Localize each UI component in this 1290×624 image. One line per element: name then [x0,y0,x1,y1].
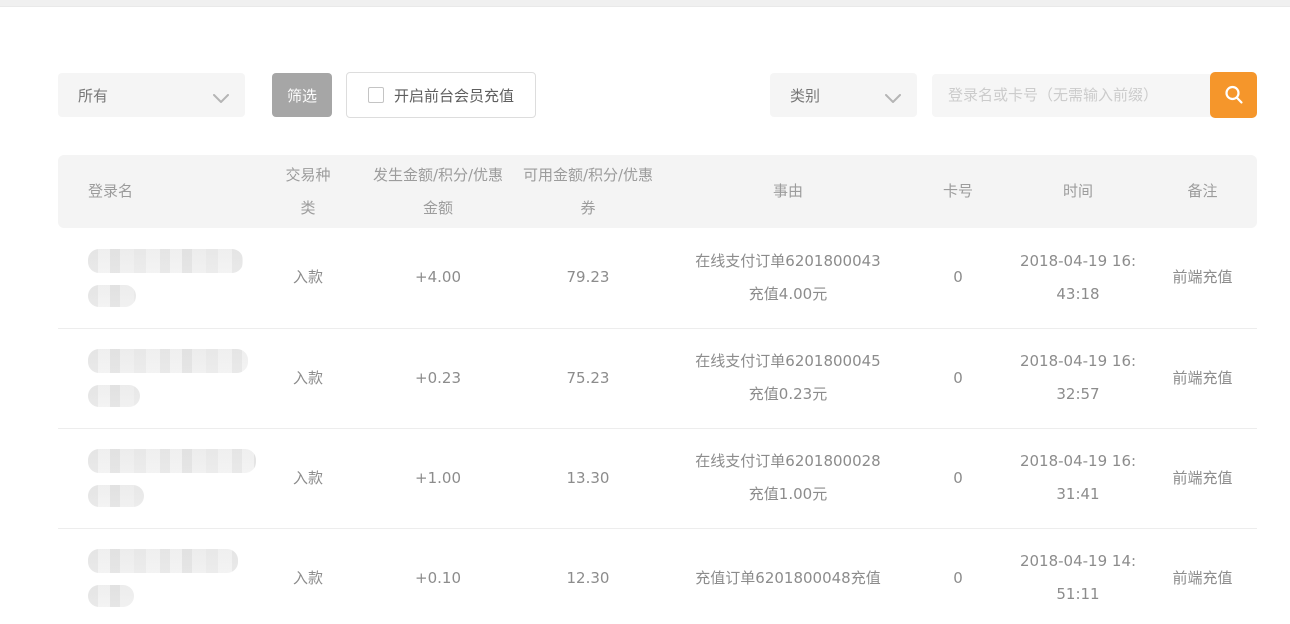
column-header-login: 登录名 [58,155,248,228]
card-number-cell: 0 [908,228,1008,328]
table-header: 登录名 交易种类 发生金额/积分/优惠金额 可用金额/积分/优惠券 事由 卡号 … [58,155,1257,228]
page-content: 所有 筛选 开启前台会员充值 类别 [0,72,1290,624]
masked-login-line2 [88,385,140,407]
note-cell: 前端充值 [1148,528,1257,624]
column-header-reason: 事由 [668,155,908,228]
masked-login-line2 [88,585,134,607]
login-cell [58,428,248,528]
search-input[interactable] [932,74,1213,117]
table-row: 入款 +4.00 79.23 在线支付订单6201800043充值4.00元 0… [58,228,1257,328]
time-cell: 2018-04-19 16:31:41 [1008,428,1148,528]
reason-cell: 充值订单6201800048充值 [668,528,908,624]
table-body: 入款 +4.00 79.23 在线支付订单6201800043充值4.00元 0… [58,228,1257,624]
column-header-note: 备注 [1148,155,1257,228]
time-cell: 2018-04-19 14:51:11 [1008,528,1148,624]
transaction-type-cell: 入款 [248,228,368,328]
table-row: 入款 +1.00 13.30 在线支付订单6201800028充值1.00元 0… [58,428,1257,528]
login-cell [58,328,248,428]
masked-login-line1 [88,349,248,373]
front-recharge-checkbox-label: 开启前台会员充值 [394,85,514,106]
card-number-cell: 0 [908,528,1008,624]
column-header-time: 时间 [1008,155,1148,228]
front-recharge-checkbox[interactable] [368,87,384,103]
table-header-row: 登录名 交易种类 发生金额/积分/优惠金额 可用金额/积分/优惠券 事由 卡号 … [58,155,1257,228]
card-number-cell: 0 [908,428,1008,528]
masked-login-line1 [88,549,238,573]
masked-login-line1 [88,249,243,273]
amount-cell: +1.00 [368,428,508,528]
transaction-type-select[interactable]: 所有 [58,73,245,117]
amount-cell: +0.23 [368,328,508,428]
amount-cell: +0.10 [368,528,508,624]
note-cell: 前端充值 [1148,328,1257,428]
note-cell: 前端充值 [1148,428,1257,528]
chevron-down-icon [213,90,229,100]
card-number-cell: 0 [908,328,1008,428]
masked-login-line2 [88,485,144,507]
reason-cell: 在线支付订单6201800028充值1.00元 [668,428,908,528]
records-table: 登录名 交易种类 发生金额/积分/优惠金额 可用金额/积分/优惠券 事由 卡号 … [58,155,1257,624]
reason-cell: 在线支付订单6201800043充值4.00元 [668,228,908,328]
available-cell: 12.30 [508,528,668,624]
search-group [932,72,1257,118]
column-header-amount: 发生金额/积分/优惠金额 [368,155,508,228]
time-cell: 2018-04-19 16:32:57 [1008,328,1148,428]
column-header-transaction-type: 交易种类 [248,155,368,228]
transaction-type-cell: 入款 [248,428,368,528]
category-select-value: 类别 [790,85,820,106]
magnifier-icon [1222,83,1246,107]
masked-login-line2 [88,285,136,307]
available-cell: 13.30 [508,428,668,528]
column-header-available: 可用金额/积分/优惠券 [508,155,668,228]
category-select[interactable]: 类别 [770,73,917,117]
transaction-type-cell: 入款 [248,328,368,428]
available-cell: 75.23 [508,328,668,428]
column-header-card-number: 卡号 [908,155,1008,228]
toolbar: 所有 筛选 开启前台会员充值 类别 [58,72,1257,118]
records-table-area: 登录名 交易种类 发生金额/积分/优惠金额 可用金额/积分/优惠券 事由 卡号 … [58,155,1257,624]
available-cell: 79.23 [508,228,668,328]
table-row: 入款 +0.10 12.30 充值订单6201800048充值 0 2018-0… [58,528,1257,624]
search-button[interactable] [1210,72,1257,118]
note-cell: 前端充值 [1148,228,1257,328]
amount-cell: +4.00 [368,228,508,328]
transaction-type-select-value: 所有 [78,85,108,106]
reason-cell: 在线支付订单6201800045充值0.23元 [668,328,908,428]
table-row: 入款 +0.23 75.23 在线支付订单6201800045充值0.23元 0… [58,328,1257,428]
chevron-down-icon [885,90,901,100]
transaction-type-cell: 入款 [248,528,368,624]
filter-button[interactable]: 筛选 [272,73,332,117]
masked-login-line1 [88,449,256,473]
login-cell [58,228,248,328]
front-recharge-checkbox-group[interactable]: 开启前台会员充值 [346,72,536,118]
login-cell [58,528,248,624]
top-divider-bar [0,0,1290,7]
time-cell: 2018-04-19 16:43:18 [1008,228,1148,328]
